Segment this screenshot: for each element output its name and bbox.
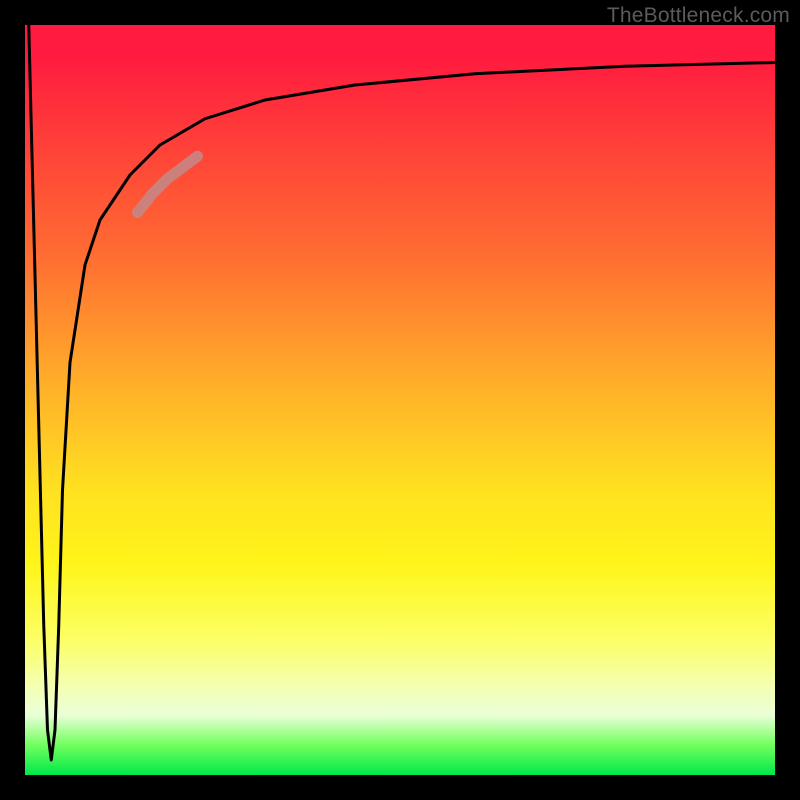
series-main-curve bbox=[29, 25, 775, 760]
curve-svg bbox=[25, 25, 775, 775]
chart-frame: TheBottleneck.com bbox=[0, 0, 800, 800]
plot-area bbox=[25, 25, 775, 775]
watermark-text: TheBottleneck.com bbox=[607, 4, 790, 28]
series-highlight-segment bbox=[138, 156, 198, 212]
